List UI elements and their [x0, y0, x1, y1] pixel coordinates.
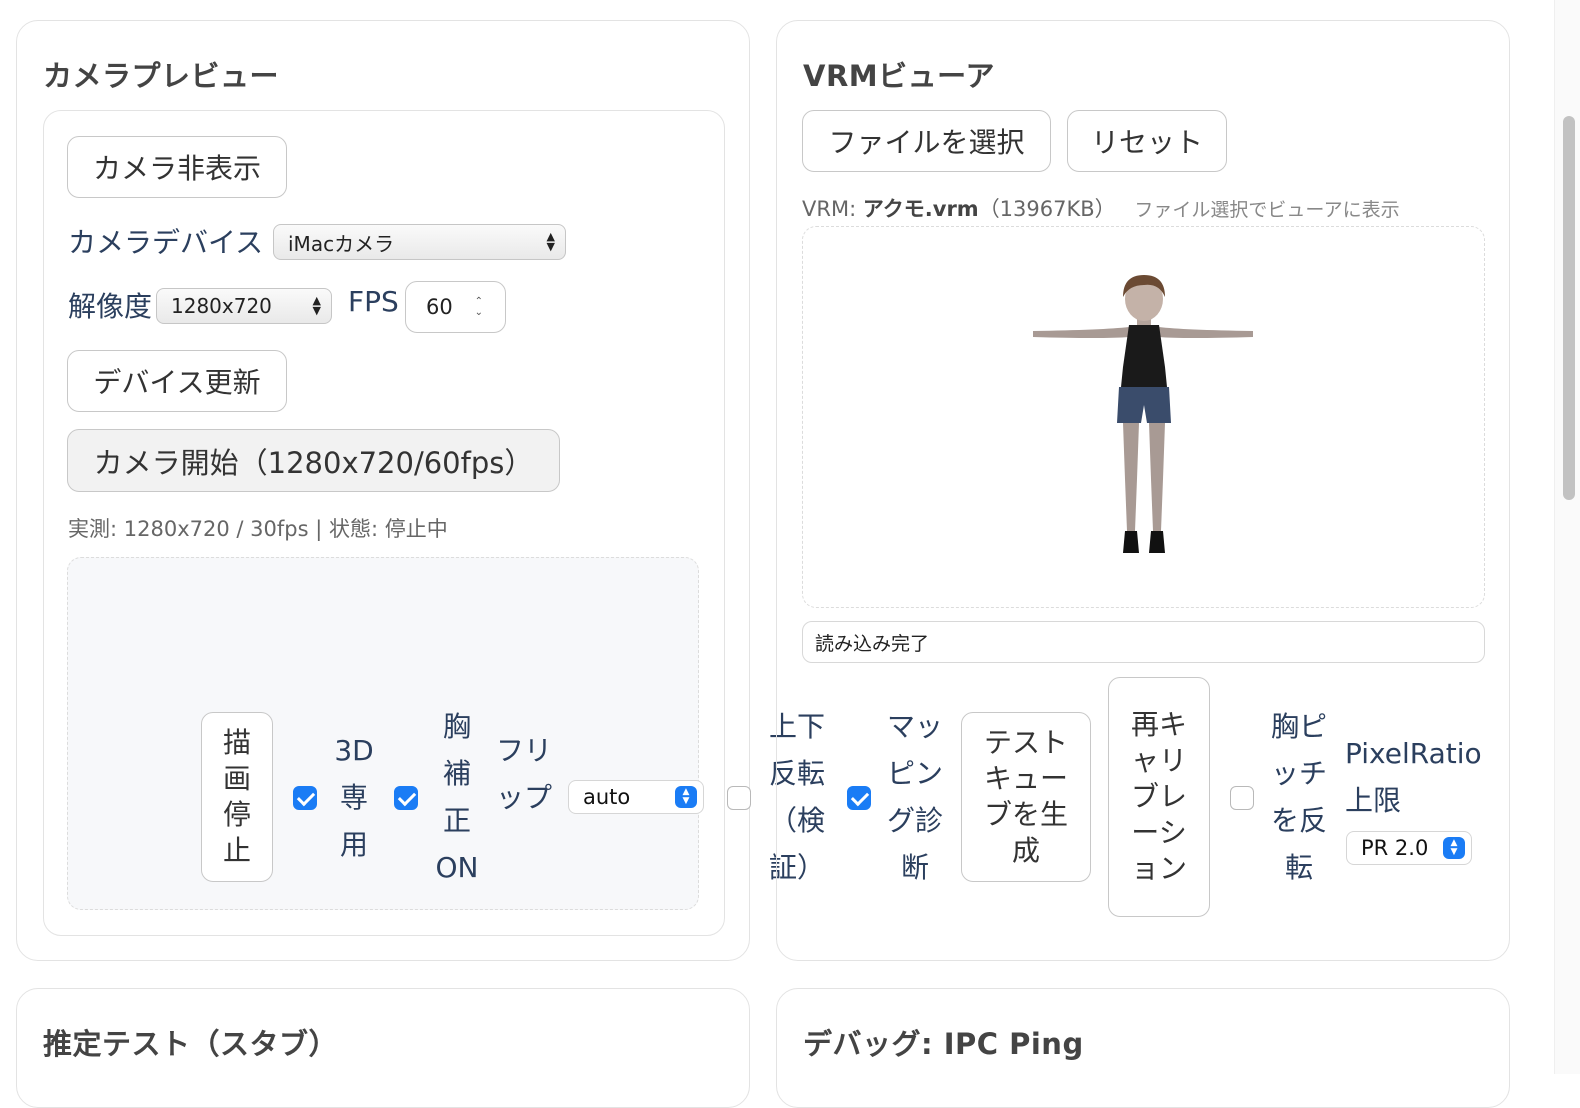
scrollbar-thumb[interactable]	[1563, 116, 1575, 500]
camera-device-label: カメラデバイス	[68, 226, 264, 259]
inference-test-card: 推定テスト（スタブ）	[16, 988, 750, 1108]
stop-drawing-button[interactable]: 描画停止	[201, 712, 273, 882]
fps-input[interactable]: 60 ⌃ ⌄	[405, 281, 506, 333]
ipc-ping-card: デバッグ: IPC Ping	[776, 988, 1510, 1108]
select-arrows-icon: ▲ ▼	[546, 230, 555, 253]
resolution-select[interactable]: 1280x720 ▲ ▼	[156, 288, 332, 324]
vrm-load-status: 読み込み完了	[802, 621, 1485, 663]
vrm-file-prefix: VRM:	[802, 197, 863, 221]
vrm-file-name: アクモ.vrm	[862, 197, 979, 221]
fps-value: 60	[426, 295, 453, 319]
ipc-ping-title: デバッグ: IPC Ping	[803, 1027, 1084, 1061]
resolution-label: 解像度	[68, 290, 153, 323]
vrm-file-info: VRM: アクモ.vrm（13967KB） ファイル選択でビューアに表示	[802, 193, 1400, 223]
flip-label: フリップ	[495, 734, 552, 814]
camera-device-value: iMacカメラ	[288, 231, 395, 256]
camera-status-text: 実測: 1280x720 / 30fps | 状態: 停止中	[68, 517, 448, 541]
vrm-viewport	[802, 226, 1485, 608]
vrm-reset-button[interactable]: リセット	[1067, 110, 1227, 172]
vrm-avatar-model	[1033, 275, 1253, 553]
page-scrollbar[interactable]	[1554, 0, 1580, 1074]
only-3d-label: 3D専用	[334, 734, 374, 861]
flip-value: auto	[583, 785, 631, 809]
camera-start-button[interactable]: カメラ開始（1280x720/60fps）	[67, 429, 560, 492]
stepper-icon: ⌃ ⌄	[474, 296, 483, 318]
chest-fix-checkbox[interactable]	[394, 786, 418, 810]
camera-preview-title: カメラプレビュー	[43, 59, 280, 93]
camera-device-select[interactable]: iMacカメラ ▲ ▼	[273, 224, 566, 260]
camera-preview-area	[67, 557, 699, 910]
vrm-file-size: （13967KB）	[978, 197, 1116, 221]
fps-label: FPS	[348, 285, 399, 318]
device-refresh-button[interactable]: デバイス更新	[67, 350, 287, 412]
vrm-viewer-title: VRMビューア	[803, 59, 995, 93]
only-3d-checkbox[interactable]	[293, 786, 317, 810]
inference-test-title: 推定テスト（スタブ）	[43, 1027, 339, 1061]
select-arrows-icon: ▲ ▼	[312, 294, 321, 317]
file-select-button[interactable]: ファイルを選択	[802, 110, 1051, 172]
resolution-value: 1280x720	[171, 294, 272, 318]
select-arrows-icon: ▲ ▼	[675, 786, 697, 808]
chest-fix-label: 胸補正ON	[435, 710, 479, 884]
camera-toggle-button[interactable]: カメラ非表示	[67, 136, 287, 198]
flip-select[interactable]: auto ▲ ▼	[568, 780, 704, 814]
updown-flip-checkbox[interactable]	[727, 786, 751, 810]
vrm-file-hint: ファイル選択でビューアに表示	[1134, 199, 1400, 221]
